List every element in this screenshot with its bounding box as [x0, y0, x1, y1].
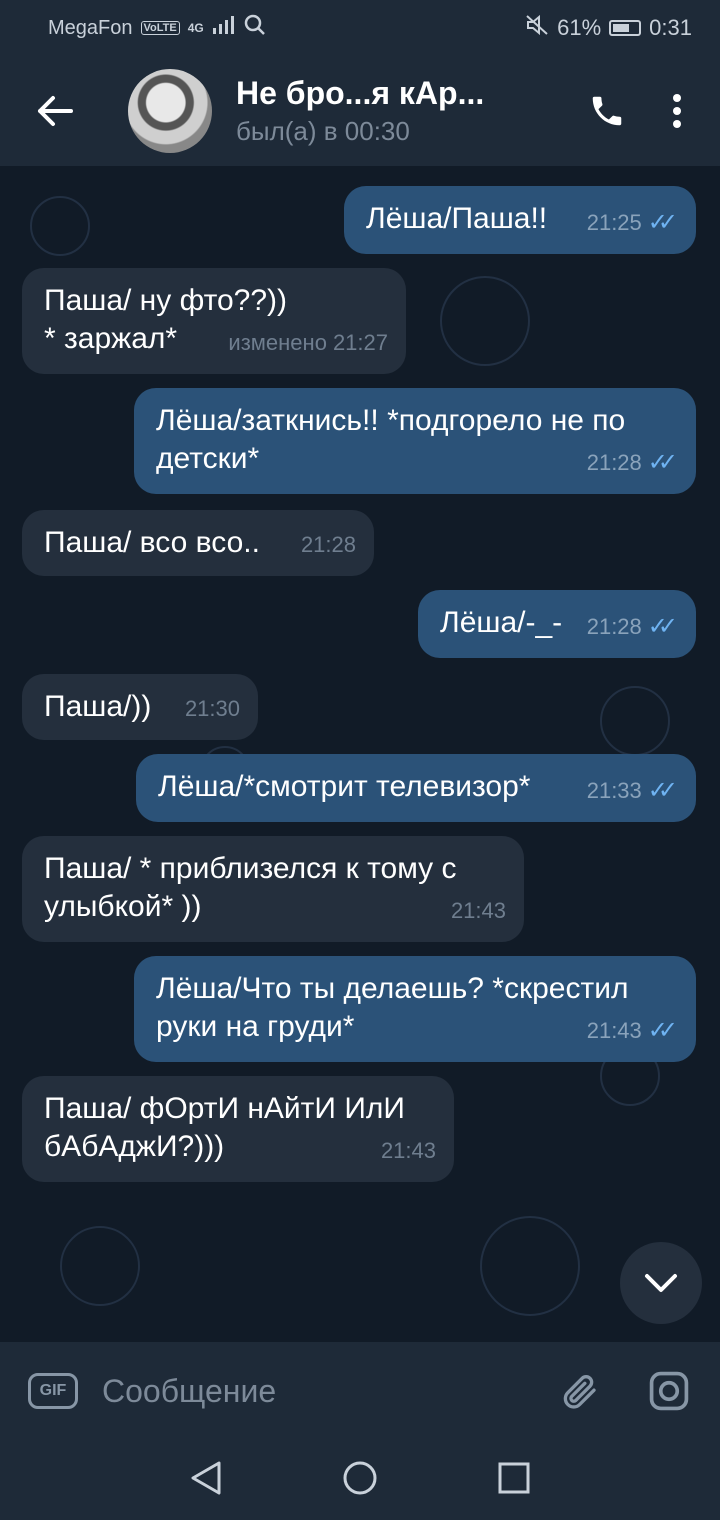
paperclip-icon [563, 1375, 596, 1409]
double-check-icon: ✓✓ [647, 1017, 678, 1044]
nav-home-button[interactable] [341, 1459, 379, 1502]
battery-percent: 61% [557, 15, 602, 40]
chevron-down-icon [645, 1274, 677, 1292]
battery-icon [609, 20, 642, 36]
message-time: 21:30 [184, 696, 240, 721]
mute-icon [525, 14, 549, 42]
message-bubble-outgoing[interactable]: Лёша/*смотрит телевизор* 21:33 ✓✓ [136, 754, 696, 822]
message-text: Лёша/Что ты делаешь? *скрестил руки на г… [156, 972, 629, 1043]
carrier-label: MegaFon [48, 16, 133, 39]
nav-recents-button[interactable] [497, 1461, 531, 1500]
avatar[interactable] [128, 69, 212, 153]
message-meta: изменено 21:27 [228, 324, 388, 362]
message-time: 21:28 [586, 614, 642, 639]
message-bubble-incoming[interactable]: Паша/ всо всо.. 21:28 [22, 510, 374, 576]
more-vertical-icon [673, 94, 681, 128]
message-meta: 21:43 [381, 1132, 436, 1170]
message-time: 21:28 [300, 532, 356, 557]
message-bubble-incoming[interactable]: Паша/ ну фто??)) * заржал* изменено 21:2… [22, 268, 406, 374]
message-bubble-outgoing[interactable]: Лёша/Паша!! 21:25 ✓✓ [344, 186, 696, 254]
message-text: Паша/ * приблизелся к тому с улыбкой* )) [44, 852, 457, 923]
message-bubble-incoming[interactable]: Паша/)) 21:30 [22, 674, 258, 740]
message-time: 21:27 [332, 330, 388, 355]
circle-home-icon [343, 1461, 377, 1494]
message-time: 21:33 [586, 778, 642, 803]
status-bar: MegaFon VoLTE 4G 61% 0:31 [0, 0, 720, 56]
message-meta: 21:25 ✓✓ [587, 204, 678, 242]
triangle-back-icon [191, 1461, 221, 1494]
message-bubble-incoming[interactable]: Паша/ фОртИ нАйтИ ИлИ бАбАджИ?))) 21:43 [22, 1076, 454, 1182]
chat-title: Не бро...я кАр... [236, 75, 485, 111]
background-doodle [600, 686, 670, 756]
message-bubble-incoming[interactable]: Паша/ * приблизелся к тому с улыбкой* ))… [22, 836, 524, 942]
network-label: 4G [187, 21, 204, 35]
double-check-icon: ✓✓ [647, 449, 678, 476]
message-time: 21:43 [380, 1138, 436, 1163]
message-bubble-outgoing[interactable]: Лёша/заткнись!! *подгорело не по детски*… [134, 388, 696, 494]
background-doodle [480, 1216, 580, 1316]
signal-icon [212, 16, 236, 40]
message-text: Паша/ всо всо.. [44, 526, 260, 559]
back-button[interactable] [0, 56, 110, 166]
last-seen-status: был(а) в 00:30 [236, 116, 410, 146]
background-doodle [60, 1226, 140, 1306]
nav-back-button[interactable] [189, 1460, 223, 1501]
edited-label: изменено [228, 330, 327, 355]
message-meta: 21:43 ✓✓ [587, 1012, 678, 1050]
double-check-icon: ✓✓ [647, 777, 678, 804]
message-time: 21:43 [450, 898, 506, 923]
message-text: Лёша/заткнись!! *подгорело не по детски* [156, 404, 626, 475]
phone-icon [592, 96, 622, 126]
square-recents-icon [498, 1462, 530, 1493]
system-nav-bar [0, 1440, 720, 1520]
message-meta: 21:28 ✓✓ [587, 608, 678, 646]
message-meta: 21:30 [185, 690, 240, 728]
search-icon [244, 14, 266, 42]
gif-button[interactable]: GIF [28, 1373, 78, 1409]
chat-info[interactable]: Не бро...я кАр... был(а) в 00:30 [236, 75, 572, 147]
background-doodle [440, 276, 530, 366]
message-list[interactable]: Лёша/Паша!! 21:25 ✓✓ Паша/ ну фто??)) * … [0, 166, 720, 1342]
arrow-left-icon [38, 96, 73, 126]
double-check-icon: ✓✓ [647, 209, 678, 236]
message-input[interactable] [102, 1372, 534, 1410]
background-doodle [30, 196, 90, 256]
message-time: 21:43 [586, 1018, 642, 1043]
message-text: Лёша/-_- [440, 606, 563, 639]
double-check-icon: ✓✓ [647, 613, 678, 640]
chat-header: Не бро...я кАр... был(а) в 00:30 [0, 56, 720, 166]
message-meta: 21:28 [301, 526, 356, 564]
message-meta: 21:43 [451, 892, 506, 930]
camera-button[interactable] [624, 1342, 714, 1440]
scroll-to-bottom-button[interactable] [620, 1242, 702, 1324]
message-text: Лёша/*смотрит телевизор* [158, 770, 531, 803]
clock: 0:31 [649, 15, 692, 40]
message-meta: 21:28 ✓✓ [587, 444, 678, 482]
message-text: Паша/)) [44, 690, 152, 723]
volte-icon: VoLTE [140, 21, 180, 35]
message-composer: GIF [0, 1342, 720, 1440]
call-button[interactable] [572, 56, 642, 166]
instagram-camera-icon [649, 1371, 689, 1411]
message-meta: 21:33 ✓✓ [587, 772, 678, 810]
message-text: Лёша/Паша!! [366, 202, 548, 235]
message-time: 21:25 [586, 210, 642, 235]
message-bubble-outgoing[interactable]: Лёша/Что ты делаешь? *скрестил руки на г… [134, 956, 696, 1062]
message-bubble-outgoing[interactable]: Лёша/-_- 21:28 ✓✓ [418, 590, 696, 658]
message-text: Паша/ фОртИ нАйтИ ИлИ бАбАджИ?))) [44, 1092, 405, 1163]
attach-button[interactable] [534, 1342, 624, 1440]
message-time: 21:28 [586, 450, 642, 475]
more-menu-button[interactable] [642, 56, 712, 166]
